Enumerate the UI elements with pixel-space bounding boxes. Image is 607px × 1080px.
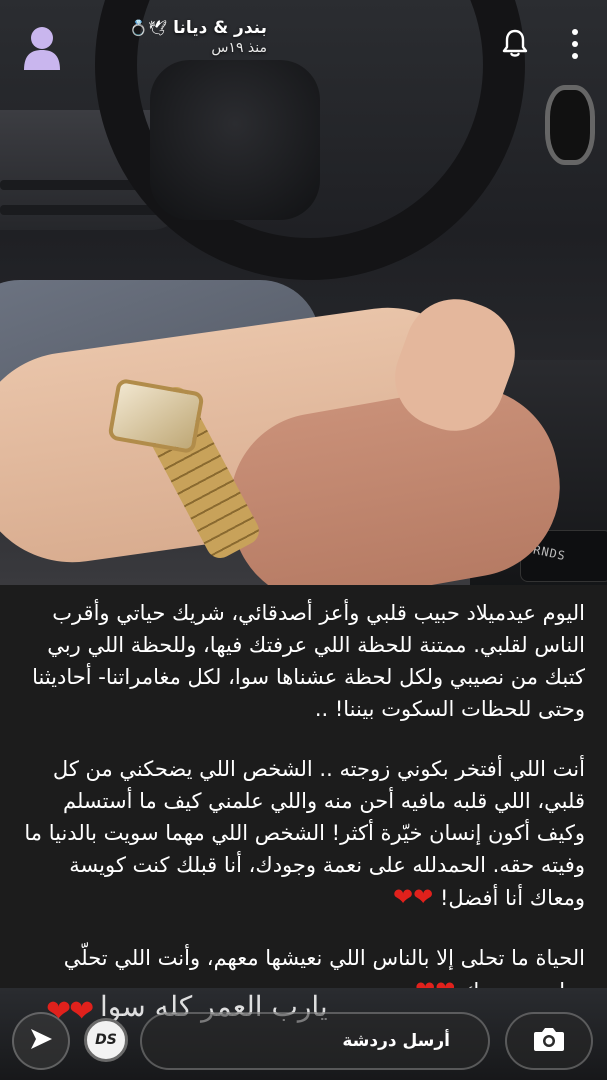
caption-paragraph: اليوم عيدميلاد حبيب قلبي وأعز أصدقائي، ش…: [22, 597, 585, 725]
caption-paragraph: أنت اللي أفتخر بكوني زوجته .. الشخص اللي…: [22, 753, 585, 914]
ds-badge[interactable]: DS: [84, 1018, 128, 1062]
chat-input[interactable]: أرسل دردشة: [140, 1012, 490, 1070]
send-button[interactable]: [12, 1012, 70, 1070]
camera-icon: [532, 1025, 566, 1057]
heart-emojis: ❤❤: [393, 883, 434, 911]
bell-icon[interactable]: [500, 28, 530, 58]
send-arrow-icon: [28, 1026, 54, 1056]
caption-text: اليوم عيدميلاد حبيب قلبي وأعز أصدقائي، ش…: [32, 601, 585, 721]
reply-bar: يارب العمر كله سوا ❤❤ DS أرسل دردشة: [0, 988, 607, 1080]
story-info[interactable]: بندر & ديانا 🕊💍 منذ ١٩س: [129, 18, 267, 56]
story-title: بندر & ديانا: [173, 18, 267, 38]
story-caption: اليوم عيدميلاد حبيب قلبي وأعز أصدقائي، ش…: [0, 585, 607, 1004]
more-vertical-icon[interactable]: [568, 27, 582, 61]
steering-hub: [150, 60, 320, 220]
title-emojis: 🕊💍: [129, 19, 168, 37]
gauge: [545, 85, 595, 165]
story-timestamp: منذ ١٩س: [211, 40, 267, 56]
story-header: بندر & ديانا 🕊💍 منذ ١٩س: [0, 0, 607, 80]
avatar-icon[interactable]: [22, 24, 62, 70]
caption-text: أنت اللي أفتخر بكوني زوجته .. الشخص اللي…: [24, 757, 585, 910]
story-photo: PRNDS: [0, 0, 607, 585]
camera-button[interactable]: [505, 1012, 593, 1070]
